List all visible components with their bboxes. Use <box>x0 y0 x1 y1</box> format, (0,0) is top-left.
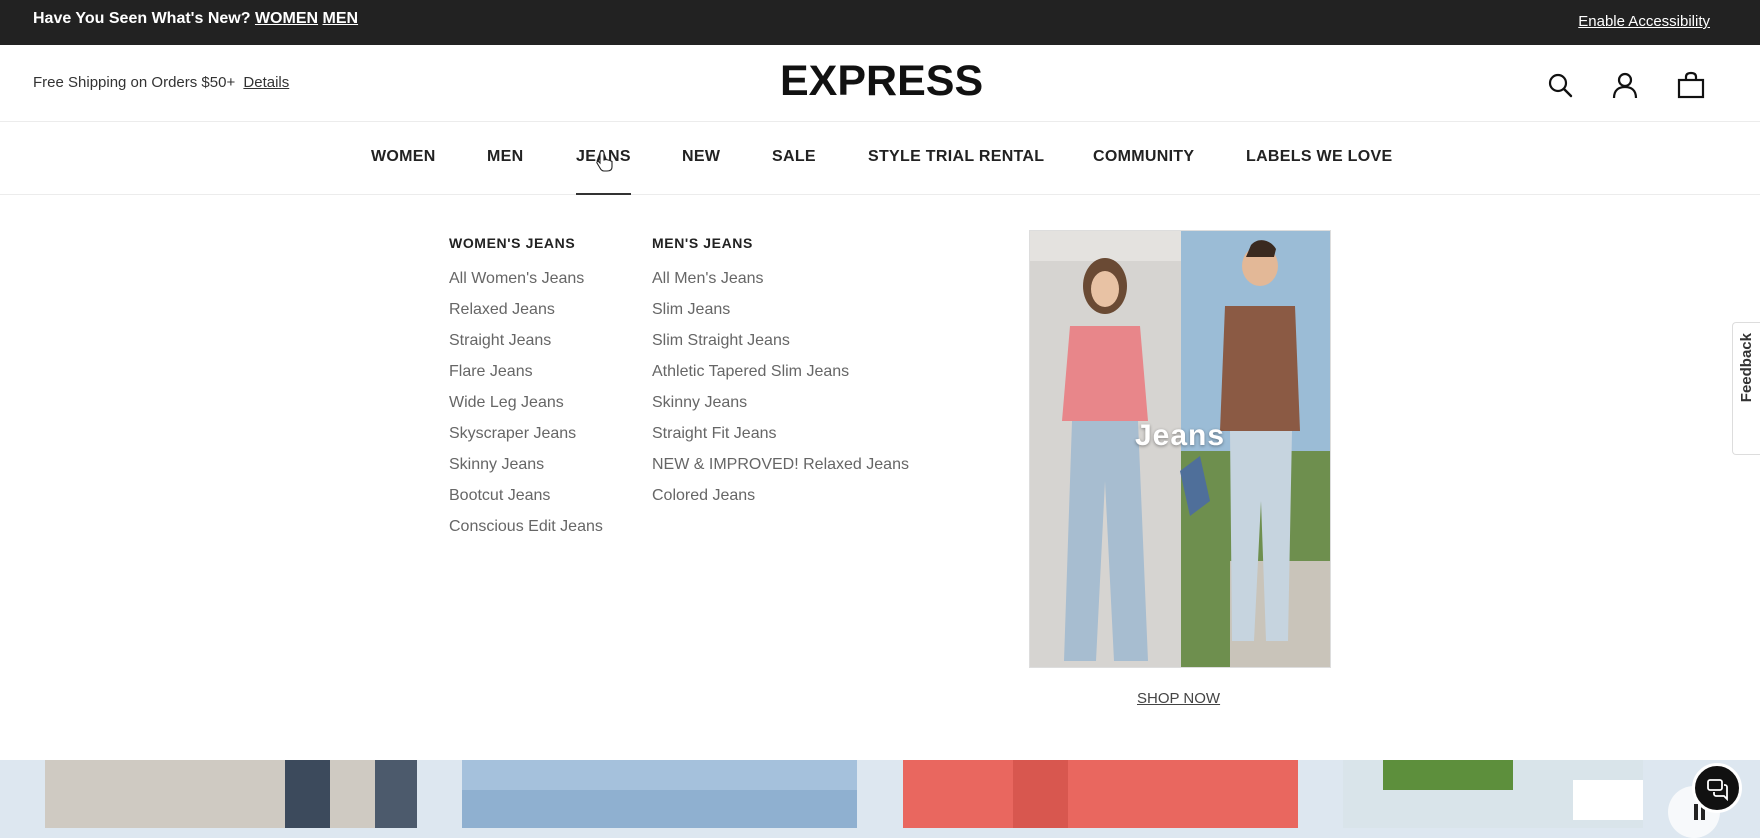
mens-jeans-heading[interactable]: MEN'S JEANS <box>652 235 753 251</box>
shopping-bag-icon[interactable] <box>1677 71 1705 99</box>
promo-bar: Have You Seen What's New? WOMEN MEN Enab… <box>0 0 1760 45</box>
promo-link-women[interactable]: WOMEN <box>255 10 318 27</box>
promo-text: Have You Seen What's New? <box>33 10 251 27</box>
promo-image-label: Jeans <box>1134 419 1226 452</box>
carousel-tile[interactable] <box>45 760 417 828</box>
womens-jeans-link[interactable]: Conscious Edit Jeans <box>449 511 603 542</box>
product-carousel-strip <box>0 760 1760 838</box>
chat-icon[interactable] <box>1692 763 1742 813</box>
mens-jeans-link[interactable]: NEW & IMPROVED! Relaxed Jeans <box>652 449 909 480</box>
carousel-tile[interactable] <box>903 760 1298 828</box>
search-icon[interactable] <box>1546 71 1574 99</box>
shipping-details-link[interactable]: Details <box>243 74 289 91</box>
feedback-tab[interactable]: Feedback <box>1732 322 1760 455</box>
shipping-message: Free Shipping on Orders $50+ Details <box>33 74 289 91</box>
shipping-text: Free Shipping on Orders $50+ <box>33 74 236 91</box>
mens-jeans-link[interactable]: Slim Straight Jeans <box>652 325 909 356</box>
enable-accessibility-link[interactable]: Enable Accessibility <box>1578 13 1710 30</box>
express-logo[interactable]: EXPRESS <box>780 57 983 106</box>
womens-jeans-link[interactable]: Flare Jeans <box>449 356 603 387</box>
hand-cursor-icon <box>596 150 614 172</box>
womens-jeans-link[interactable]: Skyscraper Jeans <box>449 418 603 449</box>
nav-item-men[interactable]: MEN <box>487 148 523 166</box>
site-header: Free Shipping on Orders $50+ Details EXP… <box>0 45 1760 122</box>
nav-item-women[interactable]: WOMEN <box>371 148 436 166</box>
main-nav: WOMEN MEN JEANS NEW SALE STYLE TRIAL REN… <box>0 122 1760 195</box>
jeans-promo-image[interactable]: Jeans <box>1029 230 1331 668</box>
womens-jeans-link[interactable]: Relaxed Jeans <box>449 294 603 325</box>
carousel-tile[interactable] <box>1343 760 1643 828</box>
promo-link-men[interactable]: MEN <box>323 10 359 27</box>
mens-jeans-link[interactable]: Straight Fit Jeans <box>652 418 909 449</box>
mens-jeans-link[interactable]: Slim Jeans <box>652 294 909 325</box>
womens-jeans-link[interactable]: Wide Leg Jeans <box>449 387 603 418</box>
womens-jeans-list: All Women's Jeans Relaxed Jeans Straight… <box>449 263 603 542</box>
nav-item-labels-we-love[interactable]: LABELS WE LOVE <box>1246 148 1392 166</box>
nav-item-sale[interactable]: SALE <box>772 148 816 166</box>
womens-jeans-link[interactable]: Bootcut Jeans <box>449 480 603 511</box>
mens-jeans-link[interactable]: Skinny Jeans <box>652 387 909 418</box>
promo-message: Have You Seen What's New? WOMEN MEN <box>33 10 358 28</box>
womens-jeans-heading[interactable]: WOMEN'S JEANS <box>449 235 575 251</box>
womens-jeans-link[interactable]: All Women's Jeans <box>449 263 603 294</box>
womens-jeans-link[interactable]: Skinny Jeans <box>449 449 603 480</box>
mens-jeans-list: All Men's Jeans Slim Jeans Slim Straight… <box>652 263 909 511</box>
shop-now-link[interactable]: SHOP NOW <box>1137 690 1220 707</box>
nav-item-new[interactable]: NEW <box>682 148 720 166</box>
womens-jeans-link[interactable]: Straight Jeans <box>449 325 603 356</box>
mens-jeans-link[interactable]: All Men's Jeans <box>652 263 909 294</box>
jeans-mega-menu: WOMEN'S JEANS All Women's Jeans Relaxed … <box>0 195 1760 760</box>
mens-jeans-link[interactable]: Colored Jeans <box>652 480 909 511</box>
feedback-label: Feedback <box>1738 333 1755 403</box>
carousel-tile[interactable] <box>462 760 857 828</box>
nav-item-style-trial-rental[interactable]: STYLE TRIAL RENTAL <box>868 148 1044 166</box>
mens-jeans-link[interactable]: Athletic Tapered Slim Jeans <box>652 356 909 387</box>
nav-item-community[interactable]: COMMUNITY <box>1093 148 1194 166</box>
account-icon[interactable] <box>1611 71 1639 99</box>
